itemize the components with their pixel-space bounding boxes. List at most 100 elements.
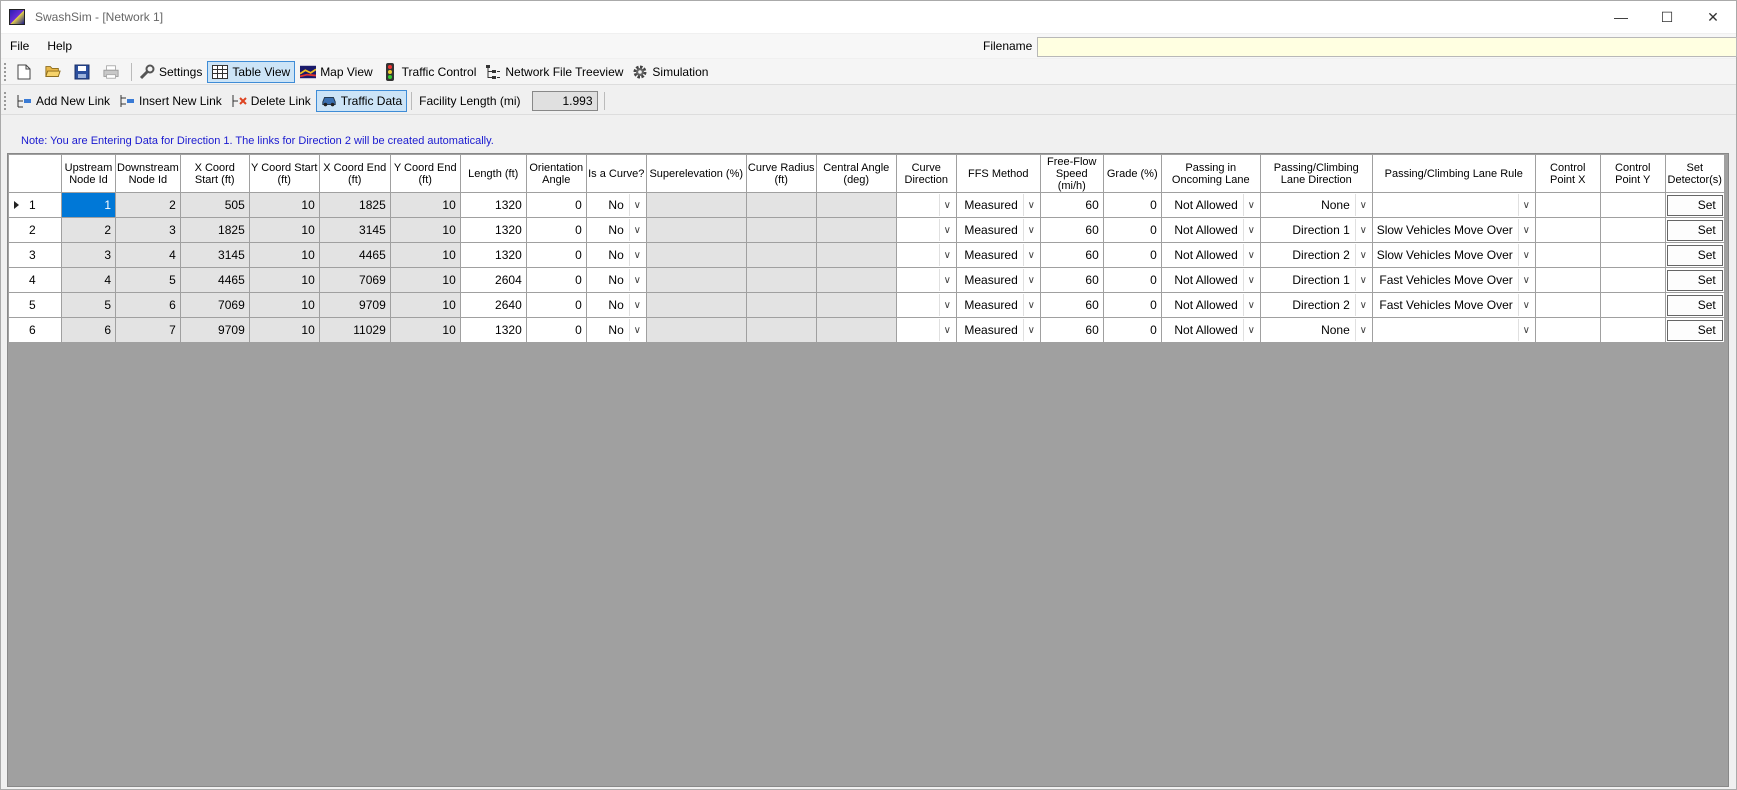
column-header[interactable]: X Coord End (ft): [318, 154, 391, 193]
is-curve-select[interactable]: No ∨: [585, 192, 647, 218]
chevron-down-icon[interactable]: ∨: [938, 319, 955, 341]
is-curve-select[interactable]: No ∨: [585, 317, 647, 343]
is-curve-select[interactable]: No ∨: [585, 267, 647, 293]
chevron-down-icon[interactable]: ∨: [1022, 219, 1039, 241]
chevron-down-icon[interactable]: ∨: [1242, 319, 1259, 341]
column-header[interactable]: Y Coord Start (ft): [248, 154, 320, 193]
column-header[interactable]: Curve Radius (ft): [745, 154, 817, 193]
control-point-x-cell[interactable]: [1534, 242, 1601, 268]
table-row[interactable]: 3 3 4 3145 10 4465 10 1320 0 No ∨ ∨ Measured ∨ 60 0 Not …: [8, 242, 1725, 268]
control-point-x-cell[interactable]: [1534, 317, 1601, 343]
lane-rule-select[interactable]: Fast Vehicles Move Over ∨: [1371, 267, 1536, 293]
curve-direction-select[interactable]: ∨: [895, 242, 957, 268]
orientation-cell[interactable]: 0: [525, 217, 587, 243]
chevron-down-icon[interactable]: ∨: [1022, 269, 1039, 291]
passing-oncoming-select[interactable]: Not Allowed ∨: [1160, 242, 1261, 268]
is-curve-select[interactable]: No ∨: [585, 292, 647, 318]
set-detector-button[interactable]: Set: [1666, 219, 1723, 241]
chevron-down-icon[interactable]: ∨: [938, 244, 955, 266]
column-header[interactable]: Is a Curve?: [585, 154, 647, 193]
set-detector-button[interactable]: Set: [1666, 269, 1723, 291]
column-header[interactable]: Downstream Node Id: [115, 154, 181, 193]
curve-direction-select[interactable]: ∨: [895, 267, 957, 293]
chevron-down-icon[interactable]: ∨: [628, 294, 645, 316]
row-header[interactable]: 5: [8, 292, 62, 318]
row-header[interactable]: 6: [8, 317, 62, 343]
ffs-method-select[interactable]: Measured ∨: [955, 317, 1041, 343]
toolbar-grip[interactable]: [4, 62, 8, 81]
row-header-corner[interactable]: [8, 154, 62, 193]
free-flow-speed-cell[interactable]: 60: [1039, 242, 1104, 268]
maximize-button[interactable]: ☐: [1644, 1, 1690, 33]
chevron-down-icon[interactable]: ∨: [1517, 244, 1534, 266]
chevron-down-icon[interactable]: ∨: [938, 269, 955, 291]
free-flow-speed-cell[interactable]: 60: [1039, 192, 1104, 218]
length-cell[interactable]: 1320: [459, 317, 527, 343]
traffic-control-button[interactable]: Traffic Control: [378, 61, 481, 83]
network-treeview-button[interactable]: Network File Treeview: [481, 61, 627, 83]
upstream-node-cell[interactable]: 4: [61, 267, 116, 293]
column-header[interactable]: Superelevation (%): [645, 154, 747, 193]
control-point-x-cell[interactable]: [1534, 292, 1601, 318]
chevron-down-icon[interactable]: ∨: [1517, 219, 1534, 241]
upstream-node-cell[interactable]: 1: [61, 192, 116, 218]
set-detector-button[interactable]: Set: [1666, 294, 1723, 316]
curve-direction-select[interactable]: ∨: [895, 192, 957, 218]
lane-rule-select[interactable]: ∨: [1371, 192, 1536, 218]
lane-direction-select[interactable]: Direction 1 ∨: [1259, 267, 1373, 293]
free-flow-speed-cell[interactable]: 60: [1039, 317, 1104, 343]
control-point-x-cell[interactable]: [1534, 267, 1601, 293]
column-header[interactable]: Passing/Climbing Lane Rule: [1371, 154, 1536, 193]
upstream-node-cell[interactable]: 6: [61, 317, 116, 343]
set-detector-button[interactable]: Set: [1666, 319, 1723, 341]
close-button[interactable]: ✕: [1690, 1, 1736, 33]
chevron-down-icon[interactable]: ∨: [938, 219, 955, 241]
chevron-down-icon[interactable]: ∨: [1022, 194, 1039, 216]
chevron-down-icon[interactable]: ∨: [628, 194, 645, 216]
chevron-down-icon[interactable]: ∨: [1517, 269, 1534, 291]
chevron-down-icon[interactable]: ∨: [628, 244, 645, 266]
chevron-down-icon[interactable]: ∨: [1022, 244, 1039, 266]
chevron-down-icon[interactable]: ∨: [1354, 294, 1371, 316]
length-cell[interactable]: 1320: [459, 192, 527, 218]
chevron-down-icon[interactable]: ∨: [1354, 194, 1371, 216]
ffs-method-select[interactable]: Measured ∨: [955, 242, 1041, 268]
row-header[interactable]: 4: [8, 267, 62, 293]
passing-oncoming-select[interactable]: Not Allowed ∨: [1160, 267, 1261, 293]
column-header[interactable]: Grade (%): [1102, 154, 1162, 193]
chevron-down-icon[interactable]: ∨: [1517, 194, 1534, 216]
passing-oncoming-select[interactable]: Not Allowed ∨: [1160, 217, 1261, 243]
chevron-down-icon[interactable]: ∨: [1354, 244, 1371, 266]
orientation-cell[interactable]: 0: [525, 317, 587, 343]
save-button[interactable]: [70, 61, 98, 83]
row-header[interactable]: 3: [8, 242, 62, 268]
ffs-method-select[interactable]: Measured ∨: [955, 192, 1041, 218]
add-new-link-button[interactable]: Add New Link: [12, 90, 114, 112]
menu-file[interactable]: File: [1, 39, 38, 53]
column-header[interactable]: Upstream Node Id: [61, 154, 116, 193]
menu-help[interactable]: Help: [38, 39, 81, 53]
delete-link-button[interactable]: Delete Link: [227, 90, 315, 112]
grade-cell[interactable]: 0: [1102, 317, 1162, 343]
upstream-node-cell[interactable]: 2: [61, 217, 116, 243]
lane-direction-select[interactable]: Direction 2 ∨: [1259, 292, 1373, 318]
ffs-method-select[interactable]: Measured ∨: [955, 267, 1041, 293]
table-row[interactable]: 1 1 2 505 10 1825 10 1320 0 No ∨ ∨ Measured ∨ 60 0 Not A…: [8, 192, 1725, 218]
column-header[interactable]: Orientation Angle: [525, 154, 587, 193]
simulation-button[interactable]: Simulation: [628, 61, 712, 83]
new-file-button[interactable]: [12, 61, 40, 83]
control-point-y-cell[interactable]: [1599, 192, 1666, 218]
chevron-down-icon[interactable]: ∨: [1022, 319, 1039, 341]
column-header[interactable]: Passing in Oncoming Lane: [1160, 154, 1261, 193]
orientation-cell[interactable]: 0: [525, 267, 587, 293]
chevron-down-icon[interactable]: ∨: [1354, 319, 1371, 341]
column-header[interactable]: Control Point Y: [1599, 154, 1666, 193]
settings-button[interactable]: Settings: [135, 61, 206, 83]
traffic-data-button[interactable]: Traffic Data: [315, 90, 408, 112]
curve-direction-select[interactable]: ∨: [895, 217, 957, 243]
ffs-method-select[interactable]: Measured ∨: [955, 217, 1041, 243]
curve-direction-select[interactable]: ∨: [895, 292, 957, 318]
minimize-button[interactable]: —: [1598, 1, 1644, 33]
row-header[interactable]: 1: [8, 192, 62, 218]
grade-cell[interactable]: 0: [1102, 217, 1162, 243]
